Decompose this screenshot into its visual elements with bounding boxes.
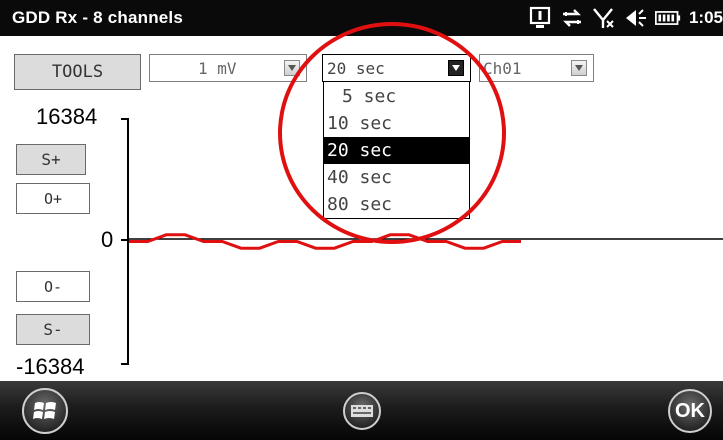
dropdown-option[interactable]: 10 sec xyxy=(324,110,469,137)
y-axis-top-tick xyxy=(121,118,128,120)
dropdown-option-selected[interactable]: 20 sec xyxy=(324,137,469,164)
y-axis-zero-tick xyxy=(121,239,128,241)
scale-max-label: 16384 xyxy=(36,104,98,129)
y-axis-line xyxy=(127,118,129,365)
offset-minus-button[interactable]: O- xyxy=(16,271,90,302)
offset-plus-button[interactable]: O+ xyxy=(16,183,90,214)
time-dropdown-list: 5 sec 10 sec 20 sec 40 sec 80 sec xyxy=(323,81,470,219)
offset-plus-label: O+ xyxy=(43,189,63,208)
ok-label: OK xyxy=(675,399,705,422)
keyboard-icon xyxy=(351,405,373,417)
ok-button[interactable]: OK xyxy=(668,389,712,433)
offset-minus-label: O- xyxy=(43,277,63,296)
scale-min-label: -16384 xyxy=(16,354,85,379)
windows-logo-icon xyxy=(33,402,56,419)
dropdown-option[interactable]: 40 sec xyxy=(324,164,469,191)
dropdown-option[interactable]: 80 sec xyxy=(324,191,469,218)
scale-zero-label: 0 xyxy=(101,227,114,252)
scale-plus-label: S+ xyxy=(41,150,61,169)
dropdown-option[interactable]: 5 sec xyxy=(324,83,469,110)
scale-minus-button[interactable]: S- xyxy=(16,314,90,345)
signal-trace xyxy=(129,233,521,250)
start-button[interactable] xyxy=(22,388,68,434)
y-axis-bottom-tick xyxy=(121,363,128,365)
softkey-bar: OK xyxy=(0,381,723,440)
scale-minus-label: S- xyxy=(43,320,63,339)
scale-plus-button[interactable]: S+ xyxy=(16,144,86,175)
keyboard-button[interactable] xyxy=(343,392,381,430)
